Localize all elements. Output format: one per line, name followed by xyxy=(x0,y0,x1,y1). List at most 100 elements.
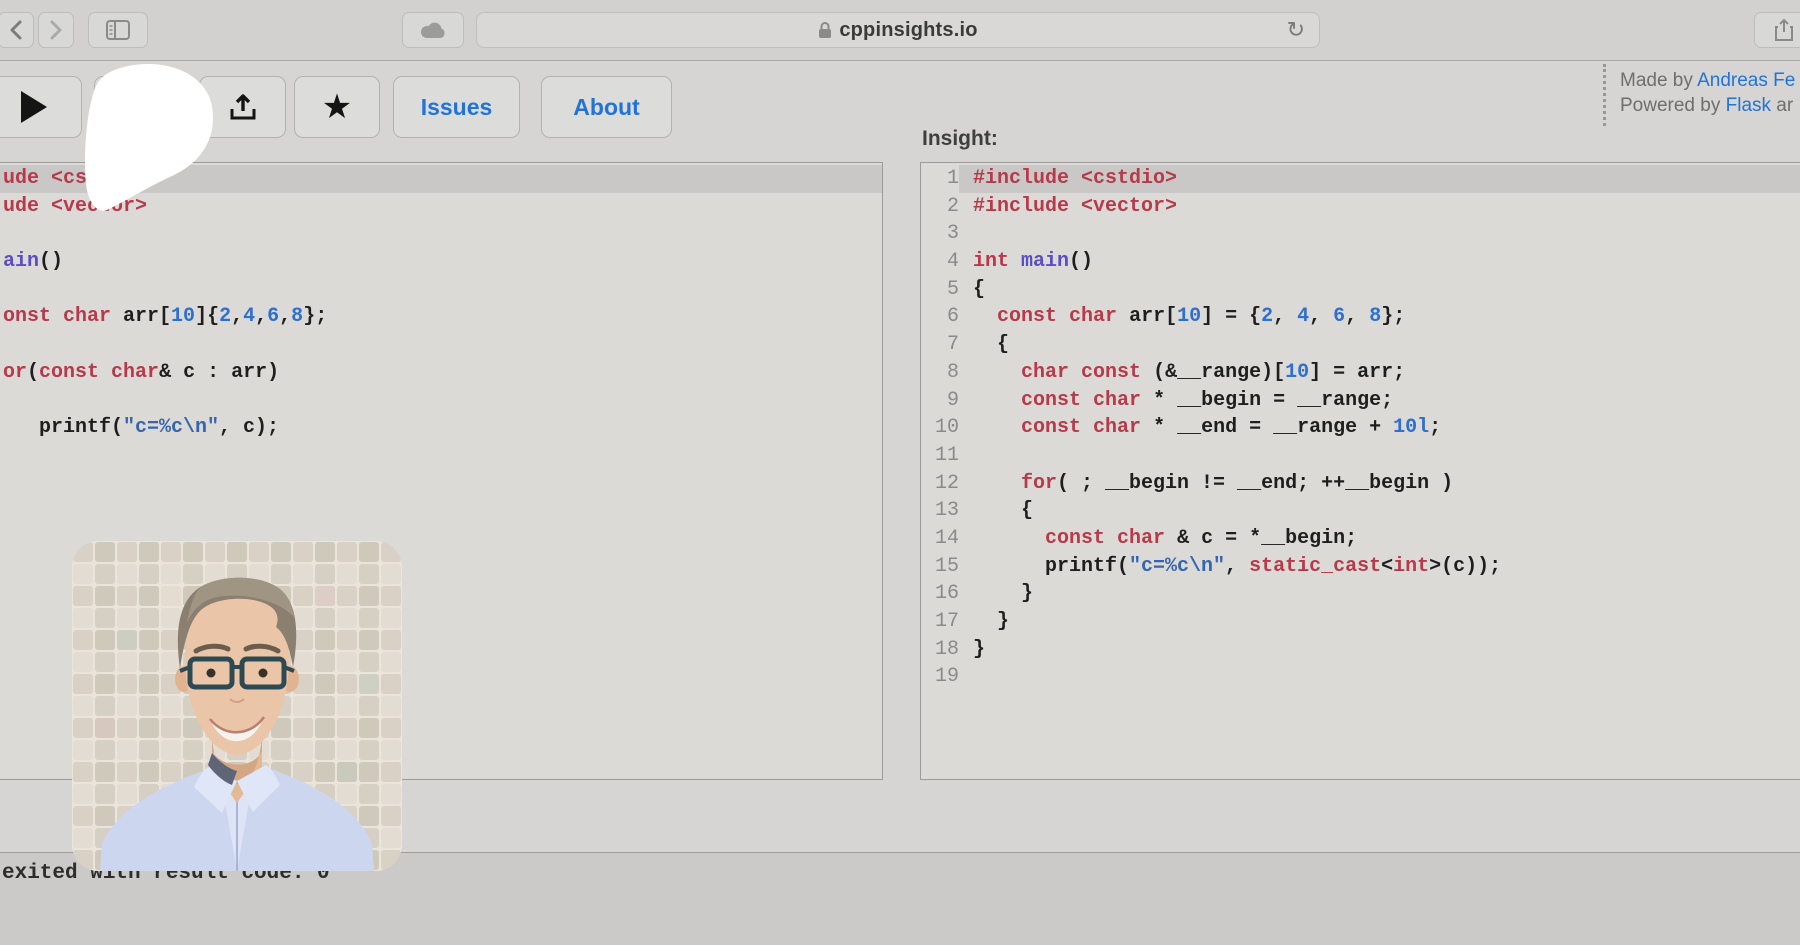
code-line[interactable]: 1#include <cstdio> xyxy=(921,165,1800,193)
line-number: 14 xyxy=(921,525,959,553)
code-line[interactable]: 9 const char * __begin = __range; xyxy=(921,387,1800,415)
credits-divider xyxy=(1603,64,1606,126)
code-text xyxy=(0,331,882,359)
code-text xyxy=(0,387,882,415)
line-number: 8 xyxy=(921,359,959,387)
code-line[interactable] xyxy=(0,387,882,415)
insight-label: Insight: xyxy=(922,127,998,151)
line-number: 18 xyxy=(921,636,959,664)
code-text xyxy=(0,470,882,498)
line-number: 15 xyxy=(921,553,959,581)
code-line[interactable] xyxy=(0,276,882,304)
line-number: 16 xyxy=(921,580,959,608)
code-line[interactable]: 18} xyxy=(921,636,1800,664)
sidebar-icon xyxy=(106,20,130,40)
line-number: 17 xyxy=(921,608,959,636)
code-line[interactable]: 12 for( ; __begin != __end; ++__begin ) xyxy=(921,470,1800,498)
issues-button[interactable]: Issues xyxy=(393,76,520,138)
avatar-photo xyxy=(72,541,402,871)
browser-chrome: cppinsights.io ↻ xyxy=(0,0,1800,61)
made-by-text: Made by xyxy=(1620,70,1697,91)
code-text: const char * __end = __range + 10l; xyxy=(959,414,1800,442)
lock-icon xyxy=(818,21,832,39)
code-line[interactable]: 13 { xyxy=(921,497,1800,525)
code-text: #include <vector> xyxy=(959,193,1800,221)
code-line[interactable]: 4int main() xyxy=(921,248,1800,276)
flask-link[interactable]: Flask xyxy=(1726,95,1771,116)
upload-button[interactable] xyxy=(199,76,286,138)
code-line[interactable]: ain() xyxy=(0,248,882,276)
code-line[interactable] xyxy=(0,220,882,248)
code-line[interactable]: 3 xyxy=(921,220,1800,248)
code-text xyxy=(0,220,882,248)
code-text: } xyxy=(959,636,1800,664)
code-text xyxy=(0,276,882,304)
code-text: { xyxy=(959,497,1800,525)
code-text: onst char arr[10]{2,4,6,8}; xyxy=(0,303,882,331)
code-line[interactable]: 19 xyxy=(921,663,1800,691)
line-number: 1 xyxy=(921,165,959,193)
code-text xyxy=(959,220,1800,248)
code-text: or(const char& c : arr) xyxy=(0,359,882,387)
forward-button[interactable] xyxy=(38,12,74,48)
code-text: ude <vector> xyxy=(0,193,882,221)
cloud-icon xyxy=(419,20,447,40)
code-text: const char arr[10] = {2, 4, 6, 8}; xyxy=(959,303,1800,331)
line-number: 4 xyxy=(921,248,959,276)
url-field[interactable]: cppinsights.io ↻ xyxy=(476,12,1320,48)
code-line[interactable]: 2#include <vector> xyxy=(921,193,1800,221)
back-button[interactable] xyxy=(0,12,34,48)
powered-by-text: Powered by xyxy=(1620,95,1726,116)
code-text xyxy=(959,442,1800,470)
share-button[interactable] xyxy=(1754,12,1800,48)
code-line[interactable]: ude <cstdio> xyxy=(0,165,882,193)
chevron-left-icon xyxy=(9,20,23,40)
code-line[interactable]: 16 } xyxy=(921,580,1800,608)
line-number: 10 xyxy=(921,414,959,442)
code-line[interactable]: 15 printf("c=%c\n", static_cast<int>(c))… xyxy=(921,553,1800,581)
code-text: } xyxy=(959,608,1800,636)
code-line[interactable]: onst char arr[10]{2,4,6,8}; xyxy=(0,303,882,331)
code-line[interactable]: 8 char const (&__range)[10] = arr; xyxy=(921,359,1800,387)
hidden-button[interactable] xyxy=(94,76,190,138)
code-text: { xyxy=(959,331,1800,359)
sidebar-toggle-button[interactable] xyxy=(88,12,148,48)
code-line[interactable]: 6 const char arr[10] = {2, 4, 6, 8}; xyxy=(921,303,1800,331)
line-number: 19 xyxy=(921,663,959,691)
code-line[interactable] xyxy=(0,442,882,470)
line-number: 11 xyxy=(921,442,959,470)
author-link[interactable]: Andreas Fe xyxy=(1697,70,1795,91)
code-line[interactable]: 5{ xyxy=(921,276,1800,304)
code-text: for( ; __begin != __end; ++__begin ) xyxy=(959,470,1800,498)
code-line[interactable]: 10 const char * __end = __range + 10l; xyxy=(921,414,1800,442)
code-line[interactable]: 11 xyxy=(921,442,1800,470)
made-by-line: Made by Andreas Fe xyxy=(1620,68,1795,93)
powered-by-line: Powered by Flask ar xyxy=(1620,93,1795,118)
line-number: 3 xyxy=(921,220,959,248)
code-text: char const (&__range)[10] = arr; xyxy=(959,359,1800,387)
code-line[interactable]: or(const char& c : arr) xyxy=(0,359,882,387)
url-text: cppinsights.io xyxy=(839,19,977,42)
code-text: printf("c=%c\n", c); xyxy=(0,414,882,442)
code-line[interactable]: 14 const char & c = *__begin; xyxy=(921,525,1800,553)
code-line[interactable]: 7 { xyxy=(921,331,1800,359)
cloud-tabs-button[interactable] xyxy=(402,12,464,48)
code-line[interactable] xyxy=(0,331,882,359)
run-button[interactable] xyxy=(0,76,82,138)
page-toolbar: ★ Issues About Made by Andreas Fe Powere… xyxy=(0,61,1800,161)
reload-button[interactable]: ↻ xyxy=(1287,14,1305,46)
code-text: } xyxy=(959,580,1800,608)
code-line[interactable]: ude <vector> xyxy=(0,193,882,221)
code-text xyxy=(0,442,882,470)
insight-code-viewer[interactable]: 1#include <cstdio>2#include <vector>34in… xyxy=(920,162,1800,780)
code-line[interactable]: 17 } xyxy=(921,608,1800,636)
powered-by-suffix: ar xyxy=(1771,95,1793,116)
code-line[interactable]: printf("c=%c\n", c); xyxy=(0,414,882,442)
code-text: ain() xyxy=(0,248,882,276)
code-text xyxy=(959,663,1800,691)
line-number: 9 xyxy=(921,387,959,415)
issues-button-label: Issues xyxy=(421,94,493,121)
star-button[interactable]: ★ xyxy=(294,76,380,138)
code-line[interactable] xyxy=(0,470,882,498)
about-button[interactable]: About xyxy=(541,76,672,138)
